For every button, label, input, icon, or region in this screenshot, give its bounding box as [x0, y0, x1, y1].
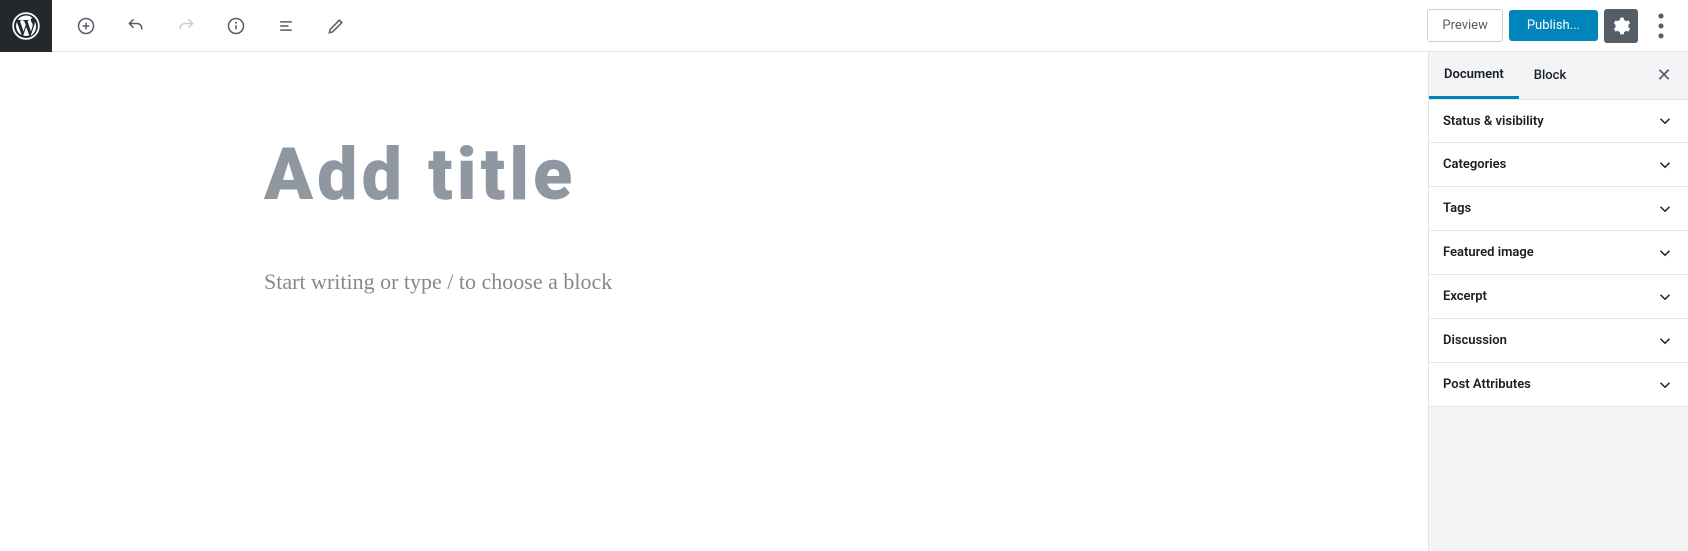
editor-canvas — [0, 52, 1428, 551]
sidebar-panels: Status & visibility Categories Tags Feat… — [1429, 99, 1688, 407]
panel-title: Categories — [1443, 157, 1506, 172]
gear-icon — [1611, 16, 1631, 36]
panel-featured-image[interactable]: Featured image — [1429, 231, 1688, 275]
toolbar-left — [52, 8, 354, 44]
redo-icon — [176, 16, 196, 36]
undo-icon — [126, 16, 146, 36]
chevron-down-icon — [1656, 200, 1674, 218]
panel-title: Discussion — [1443, 333, 1507, 348]
settings-button[interactable] — [1604, 9, 1638, 43]
wordpress-icon — [12, 12, 40, 40]
panel-title: Featured image — [1443, 245, 1534, 260]
tab-document[interactable]: Document — [1429, 52, 1519, 99]
undo-button[interactable] — [118, 8, 154, 44]
panel-excerpt[interactable]: Excerpt — [1429, 275, 1688, 319]
panel-categories[interactable]: Categories — [1429, 143, 1688, 187]
add-block-button[interactable] — [68, 8, 104, 44]
toolbar-right: Preview Publish... — [1427, 9, 1688, 43]
panel-discussion[interactable]: Discussion — [1429, 319, 1688, 363]
list-icon — [276, 16, 296, 36]
chevron-down-icon — [1656, 156, 1674, 174]
panel-title: Status & visibility — [1443, 114, 1544, 129]
panel-status-visibility[interactable]: Status & visibility — [1429, 99, 1688, 143]
preview-button[interactable]: Preview — [1427, 9, 1502, 42]
chevron-down-icon — [1656, 376, 1674, 394]
chevron-down-icon — [1656, 288, 1674, 306]
info-button[interactable] — [218, 8, 254, 44]
outline-button[interactable] — [268, 8, 304, 44]
chevron-down-icon — [1656, 332, 1674, 350]
panel-title: Excerpt — [1443, 289, 1487, 304]
publish-button[interactable]: Publish... — [1509, 10, 1598, 41]
top-toolbar: Preview Publish... — [0, 0, 1688, 52]
wordpress-logo[interactable] — [0, 0, 52, 52]
plus-circle-icon — [76, 16, 96, 36]
sidebar-tabs: Document Block ✕ — [1429, 52, 1688, 99]
panel-post-attributes[interactable]: Post Attributes — [1429, 363, 1688, 407]
close-sidebar-button[interactable]: ✕ — [1646, 58, 1682, 94]
post-title-input[interactable] — [264, 132, 1164, 217]
settings-sidebar: Document Block ✕ Status & visibility Cat… — [1428, 52, 1688, 551]
chevron-down-icon — [1656, 112, 1674, 130]
body-row: Document Block ✕ Status & visibility Cat… — [0, 52, 1688, 551]
close-icon: ✕ — [1656, 65, 1671, 86]
panel-tags[interactable]: Tags — [1429, 187, 1688, 231]
chevron-down-icon — [1656, 244, 1674, 262]
panel-title: Tags — [1443, 201, 1471, 216]
redo-button[interactable] — [168, 8, 204, 44]
post-body-input[interactable] — [264, 269, 1164, 295]
edit-button[interactable] — [318, 8, 354, 44]
pencil-icon — [326, 16, 346, 36]
info-icon — [226, 16, 246, 36]
panel-title: Post Attributes — [1443, 377, 1531, 392]
more-vertical-icon — [1644, 9, 1678, 43]
tab-block[interactable]: Block — [1519, 52, 1581, 99]
more-options-button[interactable] — [1644, 9, 1678, 43]
